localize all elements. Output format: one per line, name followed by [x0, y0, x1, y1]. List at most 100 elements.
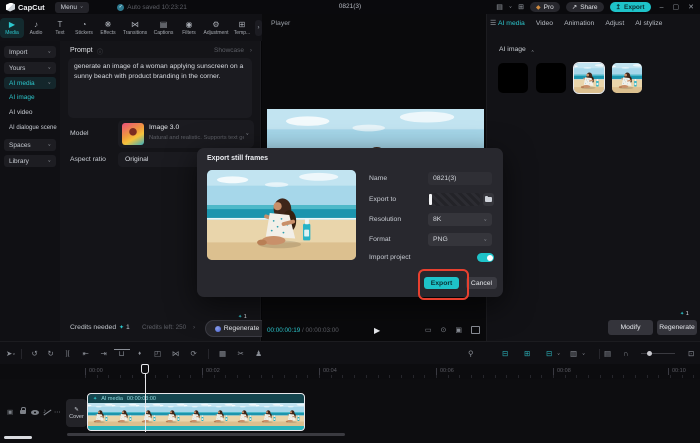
menu-button[interactable]: Menu ∨ [55, 2, 90, 13]
toolbar-collapse-button[interactable]: › [255, 20, 262, 36]
focus-icon[interactable]: ⊙ [441, 326, 447, 334]
sidebar-item-spaces[interactable]: Spaces∨ [4, 139, 56, 151]
format-dropdown[interactable]: PNG∨ [428, 233, 492, 246]
more-icon[interactable]: ⋯ [54, 408, 61, 416]
quality-icon[interactable]: ▭ [425, 326, 432, 334]
clip-filmstrip [88, 403, 304, 426]
scrollbar-segment[interactable] [4, 436, 32, 439]
tab-adjust[interactable]: Adjust [605, 20, 624, 27]
main-track-icon[interactable]: ▣ [7, 408, 13, 416]
regenerate-button-right[interactable]: Regenerate [657, 320, 697, 335]
mirror-icon[interactable]: ⋈ [167, 349, 185, 358]
tab-audio[interactable]: ♪Audio [24, 18, 48, 38]
trim-right-icon[interactable]: ⇥ [95, 349, 113, 358]
tab-text[interactable]: TText [48, 18, 72, 38]
sidebar-item-library[interactable]: Library∨ [4, 155, 56, 167]
export-button-titlebar[interactable]: ↥ Export [610, 2, 651, 12]
timeline-zoom-slider[interactable] [641, 353, 675, 355]
lock-icon[interactable] [20, 410, 26, 414]
pro-button[interactable]: ◆ Pro [530, 2, 560, 12]
sidebar-item-yours[interactable]: Yours∨ [4, 62, 56, 74]
tab-video[interactable]: Video [536, 20, 553, 27]
zoom-slider-knob[interactable] [647, 351, 652, 356]
tab-animation[interactable]: Animation [564, 20, 594, 27]
sidebar-item-import[interactable]: Import∨ [4, 46, 56, 58]
import-project-toggle[interactable] [477, 253, 494, 262]
generated-thumbnail-4[interactable] [612, 63, 642, 93]
mute-icon[interactable]: ♪ [43, 408, 46, 415]
playhead[interactable] [145, 364, 146, 432]
track-mode-b-icon[interactable]: ⊞ [524, 349, 530, 358]
split-icon[interactable]: ][ [59, 350, 77, 357]
sidebar-item-ai-media[interactable]: AI media∨ [4, 77, 56, 89]
timeline-scrollbar[interactable] [67, 433, 345, 436]
timeline-ruler[interactable]: 00:00 00:02 00:04 00:06 00:08 00:10 [0, 364, 700, 379]
marker-icon[interactable]: ♦ [131, 351, 149, 357]
close-button[interactable]: ✕ [688, 3, 694, 11]
fullscreen-icon[interactable] [471, 326, 480, 334]
regenerate-button[interactable]: Regenerate [205, 320, 269, 337]
export-path-input[interactable] [428, 193, 480, 206]
playhead-handle[interactable] [141, 364, 149, 374]
tab-templates[interactable]: ⊞Temp... [231, 18, 253, 38]
maximize-button[interactable]: ▢ [673, 3, 680, 11]
rotate-icon[interactable]: ⟳ [185, 349, 203, 358]
track-view-icon[interactable]: ▥ [570, 349, 577, 358]
tab-ai-media[interactable]: AI media [498, 20, 525, 27]
layout-icon[interactable]: ▤ [496, 3, 503, 11]
record-audio-icon[interactable]: ⚲ [468, 349, 474, 358]
showcase-link[interactable]: Showcase [214, 47, 244, 54]
redo-icon[interactable]: ↻ [43, 349, 59, 358]
film-view-icon[interactable]: ▤ [604, 349, 611, 358]
tab-effects[interactable]: ❋Effects [96, 18, 120, 38]
browse-folder-button[interactable] [483, 193, 494, 206]
modify-button[interactable]: Modify [608, 320, 653, 335]
tab-adjustment[interactable]: ⚙Adjustment [201, 18, 231, 38]
ratio-icon[interactable]: ▣ [455, 326, 462, 334]
sidebar-item-ai-dialogue-scene[interactable]: AI dialogue scene [9, 125, 57, 131]
model-selector[interactable]: Image 3.0 Natural and realistic. Support… [118, 120, 254, 148]
tab-ai-stylize[interactable]: AI stylize [635, 20, 662, 27]
delete-icon[interactable]: ⊔ [113, 349, 131, 358]
generated-thumbnail-1[interactable] [498, 63, 528, 93]
freeze-frame-icon[interactable]: ▦ [214, 349, 232, 358]
tab-stickers[interactable]: ◔Stickers [72, 18, 96, 38]
track-mode-c-icon[interactable]: ⊟ [546, 349, 552, 358]
tab-captions[interactable]: ▤Captions [150, 18, 177, 38]
generated-thumbnail-2[interactable] [536, 63, 566, 93]
ai-image-section-label[interactable]: AI image [499, 46, 526, 53]
generated-thumbnail-3-selected[interactable] [574, 63, 604, 93]
crop-icon[interactable]: ◰ [149, 349, 167, 358]
tab-media[interactable]: ▶Media [0, 18, 24, 38]
dialog-cancel-button[interactable]: Cancel [466, 277, 497, 289]
play-button[interactable]: ▶ [374, 326, 380, 335]
matting-icon[interactable]: ♟ [250, 349, 268, 358]
snap-magnet-icon[interactable]: ∩ [623, 349, 628, 358]
tab-transitions[interactable]: ⋈Transitions [120, 18, 150, 38]
chevron-down-icon[interactable]: ∨ [557, 351, 560, 356]
tab-filters[interactable]: ◉Filters [177, 18, 201, 38]
undo-icon[interactable]: ↺ [27, 349, 43, 358]
sidebar-item-ai-image[interactable]: AI image [9, 94, 35, 101]
resolution-dropdown[interactable]: 8K∨ [428, 213, 492, 226]
workspace-icon[interactable]: ⊞ [518, 3, 524, 11]
cover-button[interactable]: ✎ Cover [66, 399, 87, 427]
minimize-button[interactable]: – [660, 4, 664, 11]
prompt-input[interactable]: generate an image of a woman applying su… [68, 58, 252, 118]
credits-left-label[interactable]: Credits left: 250 [142, 324, 186, 331]
sidebar-item-ai-video[interactable]: AI video [9, 109, 33, 116]
auto-cut-icon[interactable]: ✂ [232, 349, 250, 358]
track-mode-a-icon[interactable]: ⊟ [502, 349, 508, 358]
timeline-clip[interactable]: ✦ AI media 00:00:03:00 [88, 394, 304, 430]
zoom-fit-icon[interactable]: ⊡ [688, 349, 694, 358]
info-icon[interactable]: ⓘ [97, 47, 103, 56]
chevron-down-icon[interactable]: ∨ [12, 351, 15, 356]
visibility-eye-icon[interactable] [31, 410, 39, 415]
chevron-down-icon[interactable]: ∨ [582, 351, 585, 356]
dialog-export-button[interactable]: Export [424, 277, 459, 289]
share-button[interactable]: ↗ Share [566, 2, 604, 12]
hamburger-icon[interactable]: ☰ [490, 19, 496, 27]
name-input[interactable]: 0821(3) [428, 172, 492, 185]
layout-chevron-icon[interactable]: ∨ [509, 5, 512, 10]
trim-left-icon[interactable]: ⇤ [77, 349, 95, 358]
